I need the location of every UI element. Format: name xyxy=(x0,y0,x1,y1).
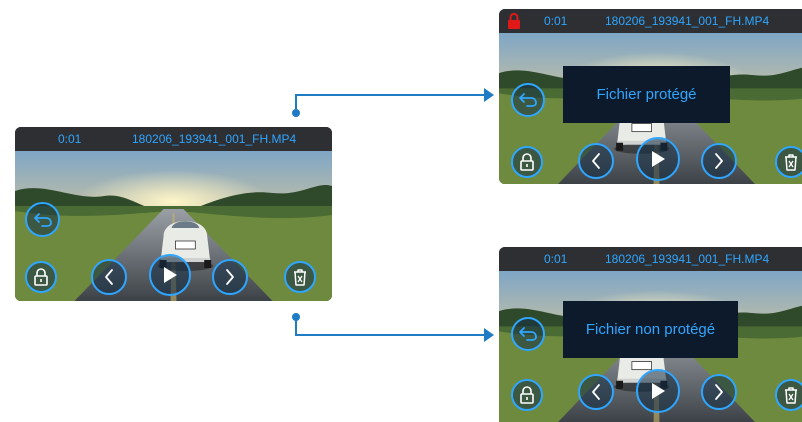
lock-icon xyxy=(34,268,48,286)
next-button[interactable] xyxy=(701,374,737,410)
file-name: 180206_193941_001_FH.MP4 xyxy=(605,14,770,28)
chevron-left-icon xyxy=(592,384,600,400)
playback-topbar: 0:01 180206_193941_001_FH.MP4 xyxy=(15,127,332,151)
delete-button[interactable] xyxy=(284,261,316,293)
previous-button[interactable] xyxy=(578,143,614,179)
lock-icon xyxy=(520,386,534,404)
connector-line-bottom xyxy=(295,317,486,336)
back-button[interactable] xyxy=(511,317,545,351)
playback-screen-unprotected: 0:01 180206_193941_001_FH.MP4 Fichier no… xyxy=(499,247,802,422)
chevron-right-icon xyxy=(226,269,234,285)
playback-screen-protected: 0:01 180206_193941_001_FH.MP4 Fichier pr… xyxy=(499,9,802,184)
play-button[interactable] xyxy=(636,137,680,181)
trash-icon xyxy=(785,154,797,171)
lock-icon xyxy=(520,153,534,171)
lock-button[interactable] xyxy=(25,261,57,293)
playback-topbar: 0:01 180206_193941_001_FH.MP4 xyxy=(499,247,802,271)
previous-button[interactable] xyxy=(578,374,614,410)
playback-time: 0:01 xyxy=(58,132,82,146)
arrowhead-bottom xyxy=(484,328,494,342)
play-icon xyxy=(164,267,177,283)
file-name: 180206_193941_001_FH.MP4 xyxy=(132,132,297,146)
playback-topbar: 0:01 180206_193941_001_FH.MP4 xyxy=(499,9,802,33)
delete-button[interactable] xyxy=(775,379,802,411)
back-button[interactable] xyxy=(25,202,60,237)
back-arrow-icon xyxy=(519,327,537,341)
next-button[interactable] xyxy=(212,259,248,295)
chevron-right-icon xyxy=(715,153,723,169)
playback-time: 0:01 xyxy=(544,14,568,28)
connector-line-top xyxy=(295,94,486,113)
play-button[interactable] xyxy=(636,369,680,413)
protection-message: Fichier non protégé xyxy=(563,301,738,358)
back-arrow-icon xyxy=(33,212,52,227)
file-name: 180206_193941_001_FH.MP4 xyxy=(605,252,770,266)
chevron-left-icon xyxy=(105,269,113,285)
arrowhead-top xyxy=(484,88,494,102)
playback-screen-main: 0:01 180206_193941_001_FH.MP4 xyxy=(15,127,332,301)
playback-time: 0:01 xyxy=(544,252,568,266)
back-button[interactable] xyxy=(511,83,545,117)
chevron-right-icon xyxy=(715,384,723,400)
lock-button[interactable] xyxy=(511,379,543,411)
play-button[interactable] xyxy=(149,254,191,296)
next-button[interactable] xyxy=(701,143,737,179)
protection-message: Fichier protégé xyxy=(563,66,730,123)
trash-icon xyxy=(785,387,797,404)
play-icon xyxy=(652,383,665,399)
delete-button[interactable] xyxy=(775,146,802,178)
back-arrow-icon xyxy=(519,93,537,107)
trash-icon xyxy=(294,269,306,286)
chevron-left-icon xyxy=(592,153,600,169)
lock-button[interactable] xyxy=(511,146,543,178)
previous-button[interactable] xyxy=(91,259,127,295)
play-icon xyxy=(652,151,665,167)
